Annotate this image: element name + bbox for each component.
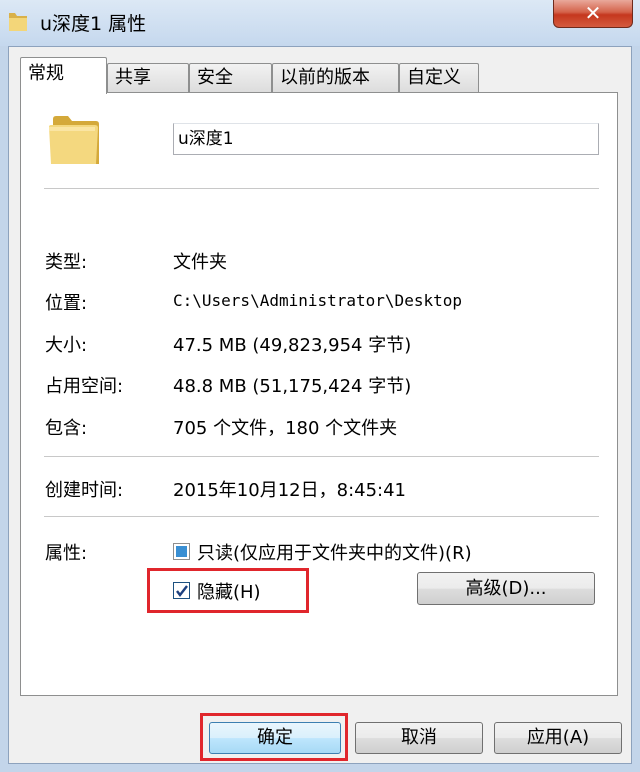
- folder-icon: [9, 13, 27, 31]
- tab-previous-versions[interactable]: 以前的版本: [272, 63, 399, 93]
- close-icon: ✕: [584, 1, 602, 25]
- ok-button-label: 确定: [257, 727, 293, 748]
- size-value: 47.5 MB (49,823,954 字节): [173, 335, 412, 356]
- disk-size-label: 占用空间:: [45, 376, 124, 397]
- type-label: 类型:: [45, 252, 88, 273]
- type-value: 文件夹: [173, 252, 227, 273]
- location-value: C:\Users\Administrator\Desktop: [173, 291, 462, 310]
- tab-label: 共享: [115, 67, 151, 88]
- tab-label: 以前的版本: [280, 67, 370, 88]
- readonly-checkbox[interactable]: [173, 543, 190, 560]
- divider: [44, 516, 599, 517]
- divider: [44, 188, 599, 189]
- advanced-button-label: 高级(D)...: [465, 578, 547, 599]
- tab-label: 自定义: [407, 67, 461, 88]
- hidden-label: 隐藏(H): [197, 582, 261, 603]
- apply-button[interactable]: 应用(A): [494, 722, 622, 754]
- advanced-button[interactable]: 高级(D)...: [417, 572, 595, 605]
- location-label: 位置:: [45, 293, 88, 314]
- checkmark-icon: [176, 585, 188, 597]
- tab-customize[interactable]: 自定义: [399, 63, 479, 93]
- ok-button[interactable]: 确定: [209, 722, 341, 754]
- created-value: 2015年10月12日，8:45:41: [173, 480, 407, 501]
- disk-size-value: 48.8 MB (51,175,424 字节): [173, 376, 412, 397]
- tab-general[interactable]: 常规: [20, 57, 107, 94]
- cancel-button[interactable]: 取消: [355, 722, 483, 754]
- close-button[interactable]: ✕: [553, 0, 633, 28]
- window-title: u深度1 属性: [40, 13, 147, 35]
- divider: [44, 456, 599, 457]
- hidden-checkbox[interactable]: [173, 582, 190, 599]
- folder-large-icon: [49, 116, 99, 164]
- attributes-label: 属性:: [45, 543, 88, 564]
- contains-label: 包含:: [45, 418, 88, 439]
- title-bar: u深度1 属性 ✕: [0, 0, 640, 46]
- tab-label: 常规: [28, 63, 64, 84]
- tab-security[interactable]: 安全: [189, 63, 272, 93]
- contains-value: 705 个文件，180 个文件夹: [173, 418, 398, 439]
- tab-sharing[interactable]: 共享: [107, 63, 189, 93]
- general-panel: u深度1 类型: 文件夹 位置: C:\Users\Administrator\…: [20, 92, 618, 696]
- readonly-label: 只读(仅应用于文件夹中的文件)(R): [197, 543, 472, 564]
- cancel-button-label: 取消: [401, 727, 437, 748]
- size-label: 大小:: [45, 335, 88, 356]
- created-label: 创建时间:: [45, 480, 124, 501]
- dialog-body: 常规 共享 安全 以前的版本 自定义 u深度1 类型: 文件夹 位置: C:\U…: [8, 46, 632, 764]
- folder-name-input[interactable]: u深度1: [173, 123, 599, 155]
- tab-label: 安全: [197, 67, 233, 88]
- apply-button-label: 应用(A): [526, 727, 590, 748]
